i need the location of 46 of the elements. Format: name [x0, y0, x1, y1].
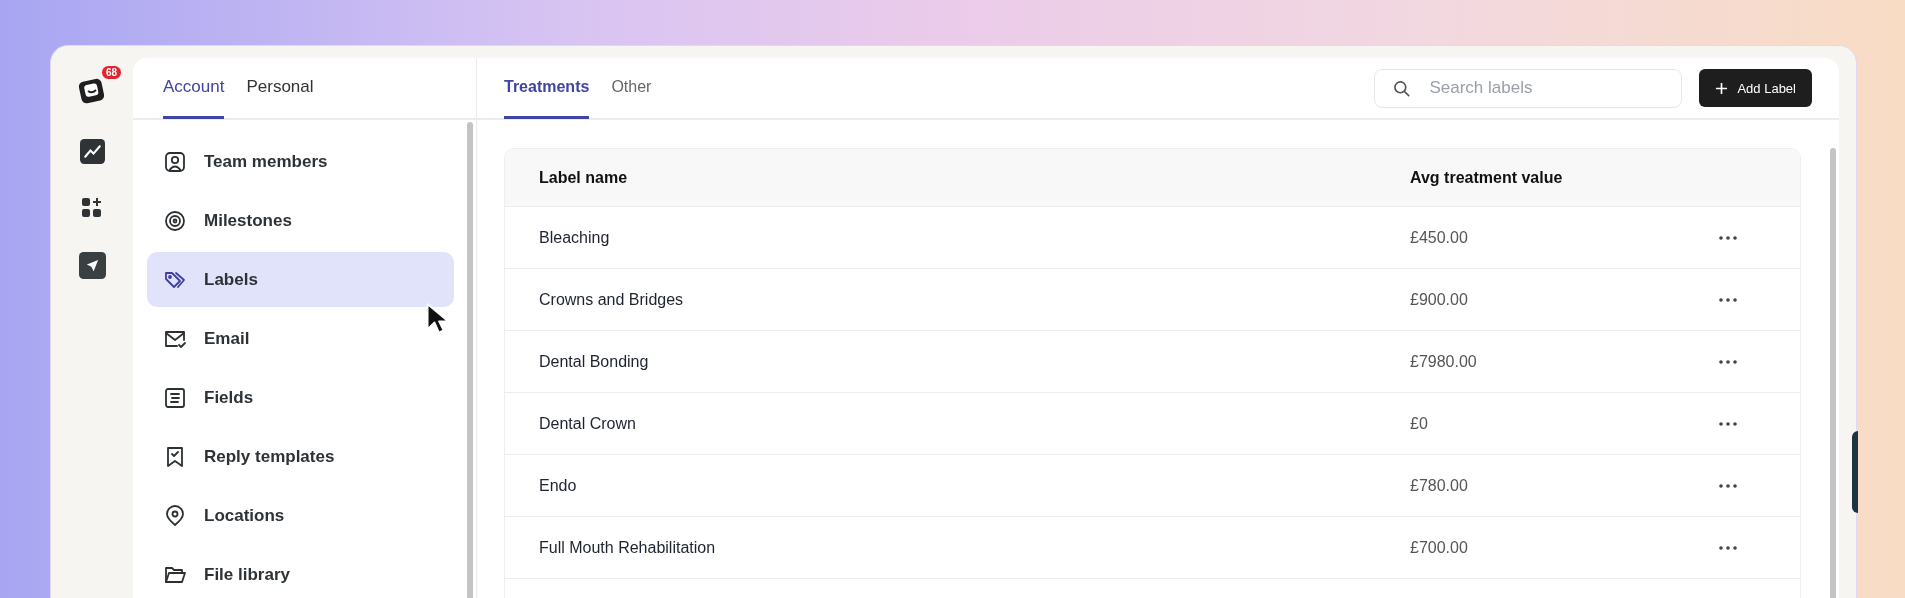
- sidebar-item[interactable]: File library: [147, 547, 454, 598]
- plus-icon: [1715, 81, 1729, 95]
- location-pin-icon: [163, 503, 187, 528]
- content-tab[interactable]: Treatments: [504, 58, 590, 119]
- column-header: Label name: [539, 168, 629, 187]
- search-field[interactable]: Search labels: [1374, 68, 1683, 108]
- sidebar-item[interactable]: Labels: [147, 252, 454, 307]
- settings-tab[interactable]: Personal: [246, 58, 314, 119]
- more-options-icon[interactable]: [1719, 235, 1737, 240]
- treatment-value: £7980.00: [1410, 352, 1478, 371]
- label-name: Crowns and Bridges: [539, 290, 685, 309]
- treatment-value: £700.00: [1410, 538, 1469, 557]
- more-options-icon[interactable]: [1719, 297, 1737, 302]
- sidebar-item[interactable]: Locations: [147, 488, 454, 543]
- label-name: Endo: [539, 476, 578, 495]
- more-options-icon[interactable]: [1719, 483, 1737, 488]
- more-options-icon[interactable]: [1719, 359, 1737, 364]
- label-name: Dental Bonding: [539, 352, 650, 371]
- sidebar-item[interactable]: Team members: [147, 134, 454, 189]
- add-label-button[interactable]: Add Label: [1699, 69, 1812, 107]
- send-icon[interactable]: [78, 252, 106, 279]
- treatment-value: £0: [1410, 414, 1429, 433]
- treatment-value: £900.00: [1410, 290, 1469, 309]
- sidebar-item[interactable]: Fields: [147, 370, 454, 425]
- scrollbar[interactable]: [1830, 148, 1836, 598]
- label-name: Bleaching: [539, 228, 611, 247]
- notification-badge: 68: [100, 65, 122, 80]
- more-options-icon[interactable]: [1719, 421, 1737, 426]
- label-name: Full Mouth Rehabilitation: [539, 538, 717, 557]
- more-options-icon[interactable]: [1719, 545, 1737, 550]
- treatment-value: £780.00: [1410, 476, 1469, 495]
- sidebar-item[interactable]: Email: [147, 311, 454, 366]
- side-widget-edge[interactable]: [1852, 431, 1858, 513]
- target-icon: [163, 208, 187, 233]
- chart-icon[interactable]: [79, 139, 105, 164]
- list-icon: [163, 385, 187, 410]
- label-name: Dental Crown: [539, 414, 637, 433]
- settings-tab[interactable]: Account: [163, 58, 225, 119]
- treatment-value: £450.00: [1410, 228, 1469, 247]
- column-header: Avg treatment value: [1410, 168, 1564, 187]
- sidebar-item[interactable]: Reply templates: [147, 429, 454, 484]
- content-tab[interactable]: Other: [611, 58, 652, 119]
- scrollbar[interactable]: [467, 122, 473, 598]
- sidebar-item[interactable]: Milestones: [147, 193, 454, 248]
- person-icon: [163, 149, 187, 174]
- add-widget-icon[interactable]: [80, 196, 104, 220]
